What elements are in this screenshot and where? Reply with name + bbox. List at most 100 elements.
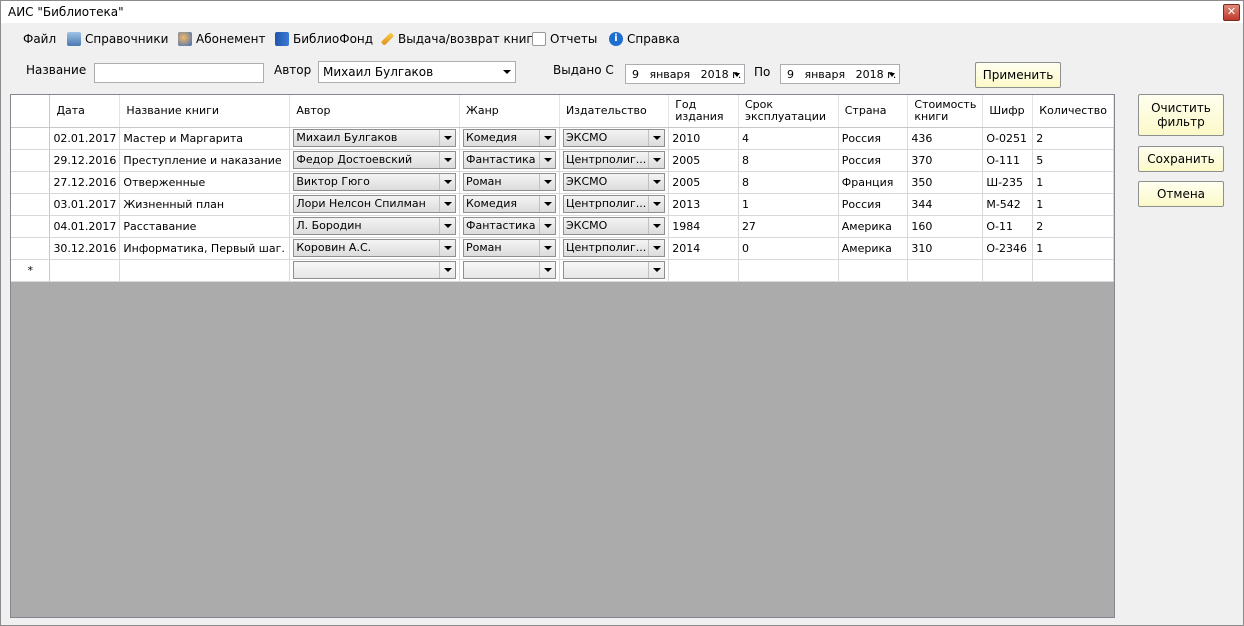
cell-quantity[interactable] (1032, 259, 1114, 282)
apply-button[interactable]: Применить (975, 62, 1061, 88)
save-button[interactable]: Сохранить (1138, 146, 1224, 172)
author-combo[interactable]: Михаил Булгаков (293, 129, 456, 147)
table-row[interactable]: 02.01.2017 Мастер и Маргарита Михаил Булга… (11, 127, 1114, 150)
cell-title[interactable]: Жизненный план (119, 193, 291, 216)
cell-title[interactable] (119, 259, 291, 282)
cell-cost[interactable] (907, 259, 984, 282)
chevron-down-icon[interactable] (439, 240, 455, 256)
clear-filter-button[interactable]: Очистить фильтр (1138, 94, 1224, 136)
chevron-down-icon[interactable] (648, 174, 664, 190)
row-header[interactable] (11, 127, 51, 150)
cell-author[interactable]: Коровин А.С. (289, 237, 460, 260)
cell-date[interactable]: 29.12.2016 (49, 149, 121, 172)
cell-date[interactable]: 03.01.2017 (49, 193, 121, 216)
menu-references[interactable]: Справочники (67, 28, 168, 50)
cell-genre[interactable]: Роман (459, 171, 560, 194)
chevron-down-icon[interactable] (648, 130, 664, 146)
cell-code[interactable]: М-542 (982, 193, 1034, 216)
column-header-title[interactable]: Название книги (119, 95, 291, 128)
cell-publisher[interactable]: Центрполиг... (559, 193, 670, 216)
column-header-cost[interactable]: Стоимость книги (907, 95, 984, 128)
cell-service-life[interactable]: 8 (738, 149, 839, 172)
cell-title[interactable]: Информатика, Первый шаг. (119, 237, 291, 260)
row-header[interactable] (11, 171, 51, 194)
chevron-down-icon[interactable] (538, 196, 555, 212)
genre-combo[interactable]: Роман (463, 239, 556, 257)
cell-service-life[interactable]: 27 (738, 215, 839, 238)
cell-country[interactable]: Америка (838, 237, 909, 260)
chevron-down-icon[interactable] (439, 152, 455, 168)
author-combo[interactable]: Виктор Гюго (293, 173, 456, 191)
cell-quantity[interactable]: 1 (1032, 193, 1114, 216)
author-combo[interactable]: Лори Нелсон Спилман (293, 195, 456, 213)
genre-combo[interactable] (463, 261, 556, 279)
cell-quantity[interactable]: 1 (1032, 237, 1114, 260)
cell-year[interactable]: 2013 (668, 193, 739, 216)
menu-subscription[interactable]: Абонемент (178, 28, 265, 50)
publisher-combo[interactable]: Центрполиг... (562, 195, 666, 213)
cell-title[interactable]: Расставание (119, 215, 291, 238)
chevron-down-icon[interactable] (538, 130, 555, 146)
author-combo[interactable]: Федор Достоевский (293, 151, 456, 169)
cell-author[interactable]: Лори Нелсон Спилман (289, 193, 460, 216)
cell-country[interactable]: Франция (838, 171, 909, 194)
chevron-down-icon[interactable] (648, 196, 664, 212)
books-grid[interactable]: Дата Название книги Автор Жанр Издательс… (10, 94, 1115, 618)
cell-genre[interactable] (459, 259, 560, 282)
cell-title[interactable]: Мастер и Маргарита (119, 127, 291, 150)
cell-publisher[interactable]: ЭКСМО (559, 171, 670, 194)
cell-quantity[interactable]: 5 (1032, 149, 1114, 172)
genre-combo[interactable]: Фантастика (463, 217, 556, 235)
genre-combo[interactable]: Роман (463, 173, 556, 191)
table-row[interactable]: 04.01.2017 Расставание Л. Бородин Фантастик… (11, 215, 1114, 238)
author-combo[interactable]: Коровин А.С. (293, 239, 456, 257)
cell-cost[interactable]: 370 (907, 149, 984, 172)
title-filter-input[interactable] (94, 63, 264, 83)
chevron-down-icon[interactable] (538, 218, 555, 234)
cell-genre[interactable]: Фантастика (459, 215, 560, 238)
publisher-combo[interactable]: Центрполиг... (562, 151, 666, 169)
cell-author[interactable]: Л. Бородин (289, 215, 460, 238)
cell-date[interactable]: 30.12.2016 (49, 237, 121, 260)
genre-combo[interactable]: Комедия (463, 195, 556, 213)
cell-code[interactable]: Ш-235 (982, 171, 1034, 194)
cell-cost[interactable]: 350 (907, 171, 984, 194)
genre-combo[interactable]: Фантастика (463, 151, 556, 169)
cell-year[interactable]: 1984 (668, 215, 739, 238)
cell-publisher[interactable]: ЭКСМО (559, 215, 670, 238)
row-header[interactable] (11, 193, 51, 216)
publisher-combo[interactable]: ЭКСМО (562, 217, 666, 235)
date-from-picker[interactable]: 9 января 2018 г. (625, 64, 745, 84)
cell-author[interactable]: Виктор Гюго (289, 171, 460, 194)
row-header[interactable] (11, 237, 51, 260)
column-header-country[interactable]: Страна (838, 95, 909, 128)
cell-date[interactable]: 04.01.2017 (49, 215, 121, 238)
cell-quantity[interactable]: 1 (1032, 171, 1114, 194)
cell-service-life[interactable]: 0 (738, 237, 839, 260)
menu-library-fund[interactable]: БиблиоФонд (275, 28, 373, 50)
cell-cost[interactable]: 344 (907, 193, 984, 216)
date-to-picker[interactable]: 9 января 2018 г. (780, 64, 900, 84)
chevron-down-icon[interactable] (538, 174, 555, 190)
genre-combo[interactable]: Комедия (463, 129, 556, 147)
chevron-down-icon[interactable] (538, 240, 555, 256)
cell-code[interactable]: О-2346 (982, 237, 1034, 260)
cell-genre[interactable]: Комедия (459, 127, 560, 150)
column-header-year[interactable]: Год издания (668, 95, 739, 128)
cell-publisher[interactable]: Центрполиг... (559, 237, 670, 260)
chevron-down-icon[interactable] (648, 152, 664, 168)
cell-publisher[interactable]: Центрполиг... (559, 149, 670, 172)
cell-publisher[interactable] (559, 259, 670, 282)
cell-code[interactable]: О-11 (982, 215, 1034, 238)
cancel-button[interactable]: Отмена (1138, 181, 1224, 207)
chevron-down-icon[interactable] (439, 218, 455, 234)
cell-country[interactable]: Россия (838, 149, 909, 172)
cell-date[interactable] (49, 259, 121, 282)
publisher-combo[interactable]: Центрполиг... (562, 239, 666, 257)
cell-country[interactable]: Америка (838, 215, 909, 238)
cell-cost[interactable]: 160 (907, 215, 984, 238)
cell-author[interactable]: Михаил Булгаков (289, 127, 460, 150)
cell-quantity[interactable]: 2 (1032, 127, 1114, 150)
cell-cost[interactable]: 436 (907, 127, 984, 150)
table-row[interactable]: 27.12.2016 Отверженные Виктор Гюго Роман ЭКС… (11, 171, 1114, 194)
